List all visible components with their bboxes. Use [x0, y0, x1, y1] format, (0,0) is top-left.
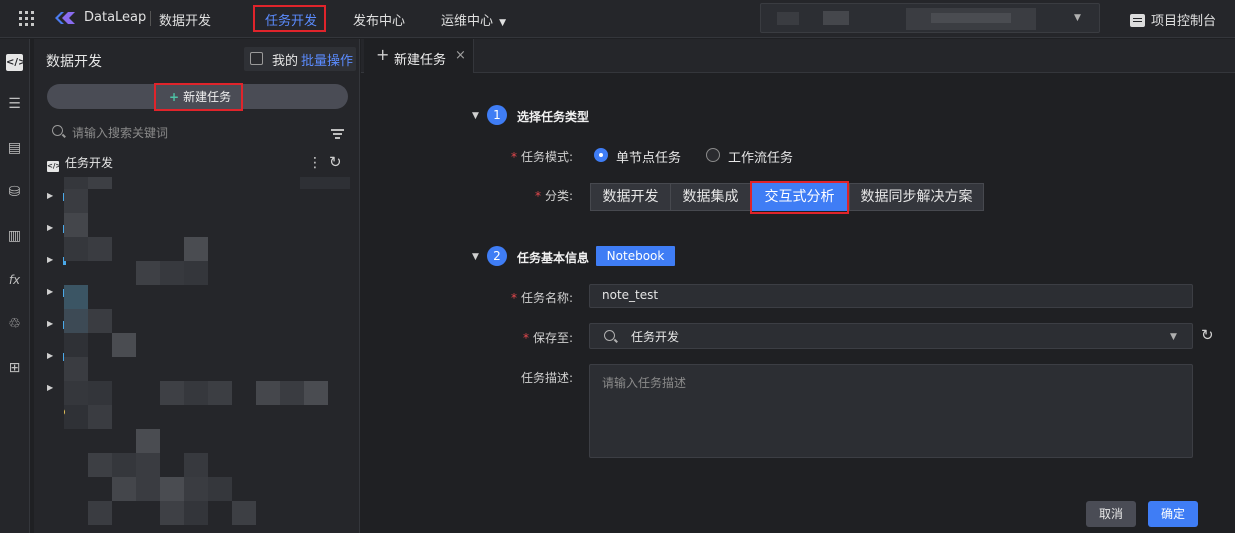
expand-arrow-icon[interactable]: ▶ [47, 383, 53, 392]
highlight-box-new-task [154, 83, 243, 111]
plus-icon: + [376, 45, 390, 64]
nav-ops-center[interactable]: 运维中心 ▼ [441, 10, 506, 29]
mode-label: * 任务模式: [510, 150, 573, 164]
brand-name: DataLeap [84, 10, 147, 25]
category-label: * 分类: [534, 189, 573, 203]
project-console-link[interactable]: 项目控制台 [1130, 10, 1216, 29]
brand-divider [150, 11, 151, 26]
code-dev-icon[interactable]: </> [6, 54, 26, 71]
category-data-integration[interactable]: 数据集成 [670, 183, 751, 211]
database-icon[interactable]: ⛁ [6, 184, 23, 201]
task-desc-textarea[interactable] [589, 364, 1193, 458]
category-data-sync-solution[interactable]: 数据同步解决方案 [849, 183, 984, 211]
query-icon[interactable]: ☰ [6, 96, 23, 113]
sidebar-title: 数据开发 [46, 54, 102, 70]
app-grid-icon[interactable] [19, 11, 34, 26]
code-folder-icon: </> [47, 161, 62, 172]
section-title-basic-info: 任务基本信息 [517, 251, 590, 265]
redacted-block [931, 13, 1011, 23]
collapse-arrow-icon[interactable]: ▼ [472, 252, 479, 262]
project-selector[interactable]: ▼ [760, 3, 1100, 33]
expand-arrow-icon[interactable]: ▶ [47, 223, 53, 232]
confirm-button[interactable]: 确定 [1148, 501, 1198, 527]
tree-root-label: 任务开发 [65, 156, 114, 170]
sidebar-search [46, 123, 331, 143]
category-data-dev[interactable]: 数据开发 [590, 183, 671, 211]
search-icon [52, 125, 63, 136]
editor-tab-bar: + 新建任务 × [361, 39, 1235, 73]
recycle-bin-icon[interactable]: ♲ [6, 316, 23, 333]
refresh-icon[interactable]: ↻ [1201, 326, 1214, 344]
close-icon[interactable]: × [455, 48, 466, 63]
clipboard-icon[interactable]: ▤ [6, 140, 23, 157]
search-input[interactable] [72, 123, 322, 143]
chevron-down-icon: ▼ [1170, 332, 1177, 342]
tab-new-task[interactable]: + 新建任务 × [364, 39, 474, 73]
highlight-box-category [750, 181, 849, 214]
console-icon [1130, 14, 1145, 27]
chevron-down-icon: ▼ [499, 18, 507, 28]
task-sidebar: 数据开发 我的 批量操作 +新建任务 </>任务开发 ⋮ ↻ ▶ ▶ ▶ ▶ ▶… [34, 39, 360, 533]
task-type-badge: Notebook [596, 246, 675, 266]
expand-arrow-icon[interactable]: ▶ [47, 319, 53, 328]
left-icon-rail: </> ☰ ▤ ⛁ ▥ fx ♲ ⊞ [0, 39, 30, 533]
redacted-block [823, 11, 849, 25]
tree-root[interactable]: </> 任务开发 [47, 154, 113, 172]
save-to-select[interactable]: 任务开发 ▼ [589, 323, 1193, 349]
top-bar: DataLeap 数据开发 任务开发 发布中心 运维中心 ▼ ▼ 项目控制台 [0, 0, 1235, 38]
collapse-arrow-icon[interactable]: ▼ [472, 111, 479, 121]
refresh-icon[interactable]: ↻ [329, 153, 342, 171]
section-title-task-type: 选择任务类型 [517, 110, 590, 124]
mine-filter: 我的 批量操作 [244, 47, 356, 71]
save-to-value: 任务开发 [631, 330, 680, 344]
function-icon[interactable]: fx [6, 272, 23, 289]
radio-label-workflow: 工作流任务 [728, 151, 794, 166]
tab-label: 新建任务 [394, 53, 447, 68]
step-number: 2 [487, 246, 507, 266]
filter-icon[interactable] [331, 129, 344, 139]
expand-arrow-icon[interactable]: ▶ [47, 287, 53, 296]
dataleap-logo-icon [55, 12, 75, 24]
nav-release-center[interactable]: 发布中心 [353, 10, 405, 29]
redacted-tree-mosaic [64, 177, 350, 525]
highlight-box-nav [253, 5, 326, 32]
more-vertical-icon[interactable]: ⋮ [308, 155, 322, 171]
step-number: 1 [487, 105, 507, 125]
mine-label: 我的 [272, 54, 299, 69]
chevron-down-icon: ▼ [1074, 13, 1081, 23]
task-name-value: note_test [602, 288, 659, 302]
expand-arrow-icon[interactable]: ▶ [47, 191, 53, 200]
task-name-label: * 任务名称: [510, 291, 573, 305]
radio-label-single-node: 单节点任务 [616, 151, 682, 166]
apps-icon[interactable]: ⊞ [6, 360, 23, 377]
expand-arrow-icon[interactable]: ▶ [47, 351, 53, 360]
search-icon [604, 330, 615, 341]
task-desc-label: 任务描述: [520, 371, 573, 385]
expand-arrow-icon[interactable]: ▶ [47, 255, 53, 264]
task-name-input[interactable]: note_test [589, 284, 1193, 308]
radio-single-node[interactable] [594, 148, 608, 162]
save-to-label: * 保存至: [522, 331, 573, 345]
redacted-block [777, 12, 799, 25]
brand-module: 数据开发 [159, 14, 212, 29]
library-icon[interactable]: ▥ [6, 228, 23, 245]
cancel-button[interactable]: 取消 [1086, 501, 1136, 527]
batch-operation-link[interactable]: 批量操作 [301, 50, 353, 69]
mine-checkbox[interactable] [250, 52, 263, 65]
radio-workflow[interactable] [706, 148, 720, 162]
